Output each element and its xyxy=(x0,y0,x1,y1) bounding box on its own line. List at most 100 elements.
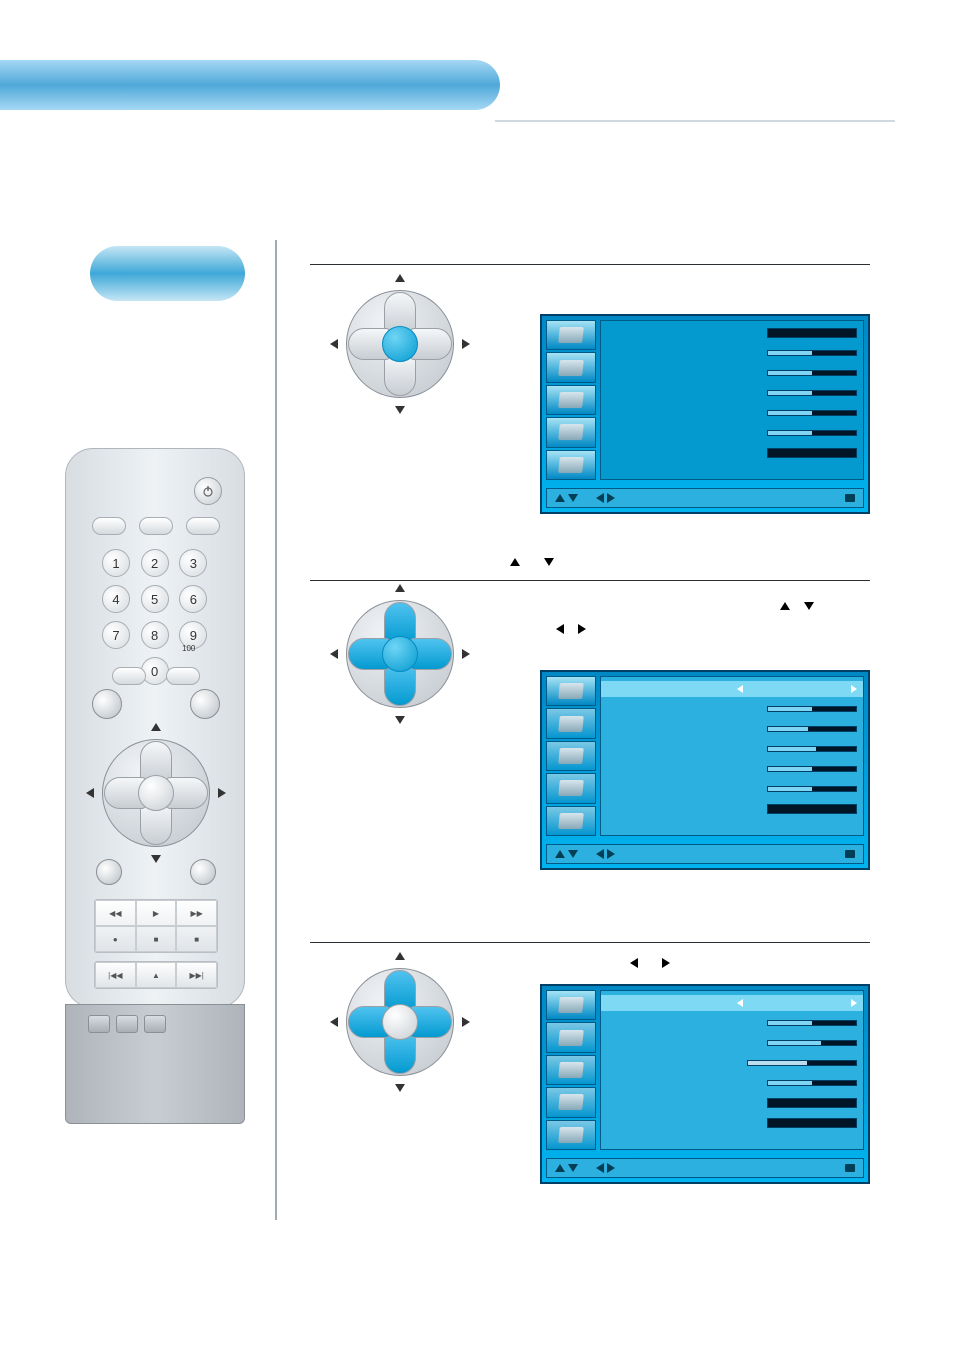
chevron-up-icon xyxy=(395,274,405,282)
osd-tab-setup[interactable] xyxy=(546,1087,596,1117)
chevron-left-icon xyxy=(330,649,338,659)
num-4[interactable]: 4 xyxy=(102,585,130,613)
chevron-down-icon xyxy=(395,406,405,414)
osd-sidebar xyxy=(546,990,596,1150)
dpad-center xyxy=(382,1004,418,1040)
osd-tab-audio[interactable] xyxy=(546,1022,596,1052)
power-icon xyxy=(202,485,214,497)
setup-icon xyxy=(558,780,584,796)
osd-content xyxy=(600,320,864,480)
num-1[interactable]: 1 xyxy=(102,549,130,577)
osd-tab-screen[interactable] xyxy=(546,385,596,415)
osd-tab-screen[interactable] xyxy=(546,1055,596,1085)
step-divider xyxy=(310,942,870,943)
osd-tab-picture[interactable] xyxy=(546,676,596,706)
chevron-down-icon xyxy=(395,716,405,724)
osd-screen-3 xyxy=(540,984,870,1184)
instruction-dpad-1 xyxy=(340,284,460,404)
num-5[interactable]: 5 xyxy=(141,585,169,613)
round-button[interactable] xyxy=(96,859,122,885)
oval-button[interactable] xyxy=(92,517,126,535)
step2-tri-sub xyxy=(556,624,586,634)
next-button[interactable]: ▶▶| xyxy=(176,962,217,988)
screen-icon xyxy=(558,1062,584,1078)
chevron-up-icon xyxy=(395,584,405,592)
screen-icon xyxy=(558,748,584,764)
ffwd-button[interactable]: ▶▶ xyxy=(176,900,217,926)
remote-dpad xyxy=(96,733,216,853)
chevron-up-icon xyxy=(151,723,161,731)
pill-accent xyxy=(90,246,245,301)
osd-content xyxy=(600,676,864,836)
dpad xyxy=(96,733,216,853)
step2-tri-top xyxy=(510,558,554,566)
oval-button[interactable] xyxy=(166,667,200,685)
setup-icon xyxy=(558,1094,584,1110)
tuner-icon xyxy=(558,1127,584,1143)
num-2[interactable]: 2 xyxy=(141,549,169,577)
round-button[interactable] xyxy=(190,689,220,719)
osd-tab-setup[interactable] xyxy=(546,417,596,447)
instruction-dpad-2 xyxy=(340,594,460,714)
big-button-row xyxy=(92,689,220,719)
header-bar xyxy=(0,60,500,110)
osd-tab-picture[interactable] xyxy=(546,990,596,1020)
prev-button[interactable]: |◀◀ xyxy=(95,962,136,988)
base-button[interactable] xyxy=(88,1015,110,1033)
rewind-button[interactable]: ◀◀ xyxy=(95,900,136,926)
hundred-label: 100 xyxy=(182,644,195,653)
osd-tab-screen[interactable] xyxy=(546,741,596,771)
top-oval-row xyxy=(92,517,220,535)
picture-icon xyxy=(558,997,584,1013)
base-buttons xyxy=(88,1015,178,1033)
osd-tab-audio[interactable] xyxy=(546,708,596,738)
chevron-right-icon xyxy=(462,339,470,349)
osd-tab-audio[interactable] xyxy=(546,352,596,382)
oval-button[interactable] xyxy=(139,517,173,535)
base-button[interactable] xyxy=(116,1015,138,1033)
round-button[interactable] xyxy=(92,689,122,719)
dpad-center xyxy=(382,326,418,362)
transport-grid-2: |◀◀ ▲ ▶▶| xyxy=(94,961,218,989)
screen-icon xyxy=(558,392,584,408)
chevron-right-icon xyxy=(218,788,226,798)
audio-icon xyxy=(558,360,584,376)
stop-button[interactable]: ■ xyxy=(136,926,177,952)
remote-control: 1 2 3 4 5 6 7 8 9 0 100 xyxy=(65,448,245,1133)
stop2-button[interactable]: ■ xyxy=(176,926,217,952)
osd-sidebar xyxy=(546,320,596,480)
osd-tab-picture[interactable] xyxy=(546,320,596,350)
setup-icon xyxy=(558,424,584,440)
oval-button[interactable] xyxy=(112,667,146,685)
osd-sidebar xyxy=(546,676,596,836)
play-button[interactable]: ▶ xyxy=(136,900,177,926)
eject-button[interactable]: ▲ xyxy=(136,962,177,988)
step-divider xyxy=(310,580,870,581)
osd-tab-setup[interactable] xyxy=(546,773,596,803)
oval-button[interactable] xyxy=(186,517,220,535)
step-divider xyxy=(310,264,870,265)
osd-tab-tuner[interactable] xyxy=(546,1120,596,1150)
num-8[interactable]: 8 xyxy=(141,621,169,649)
dpad-center[interactable] xyxy=(138,775,174,811)
osd-tab-tuner[interactable] xyxy=(546,450,596,480)
osd-screen-2 xyxy=(540,670,870,870)
chevron-left-icon xyxy=(86,788,94,798)
picture-icon xyxy=(558,327,584,343)
number-pad: 1 2 3 4 5 6 7 8 9 0 xyxy=(102,549,210,685)
medium-button-row xyxy=(96,859,216,885)
remote-body: 1 2 3 4 5 6 7 8 9 0 100 xyxy=(65,448,245,1008)
base-button[interactable] xyxy=(144,1015,166,1033)
mid-oval-row xyxy=(112,667,200,685)
osd-screen-1 xyxy=(540,314,870,514)
power-button[interactable] xyxy=(194,477,222,505)
num-3[interactable]: 3 xyxy=(179,549,207,577)
num-6[interactable]: 6 xyxy=(179,585,207,613)
num-7[interactable]: 7 xyxy=(102,621,130,649)
audio-icon xyxy=(558,716,584,732)
dpad-center xyxy=(382,636,418,672)
osd-tab-tuner[interactable] xyxy=(546,806,596,836)
round-button[interactable] xyxy=(190,859,216,885)
chevron-left-icon xyxy=(330,339,338,349)
record-button[interactable]: ● xyxy=(95,926,136,952)
